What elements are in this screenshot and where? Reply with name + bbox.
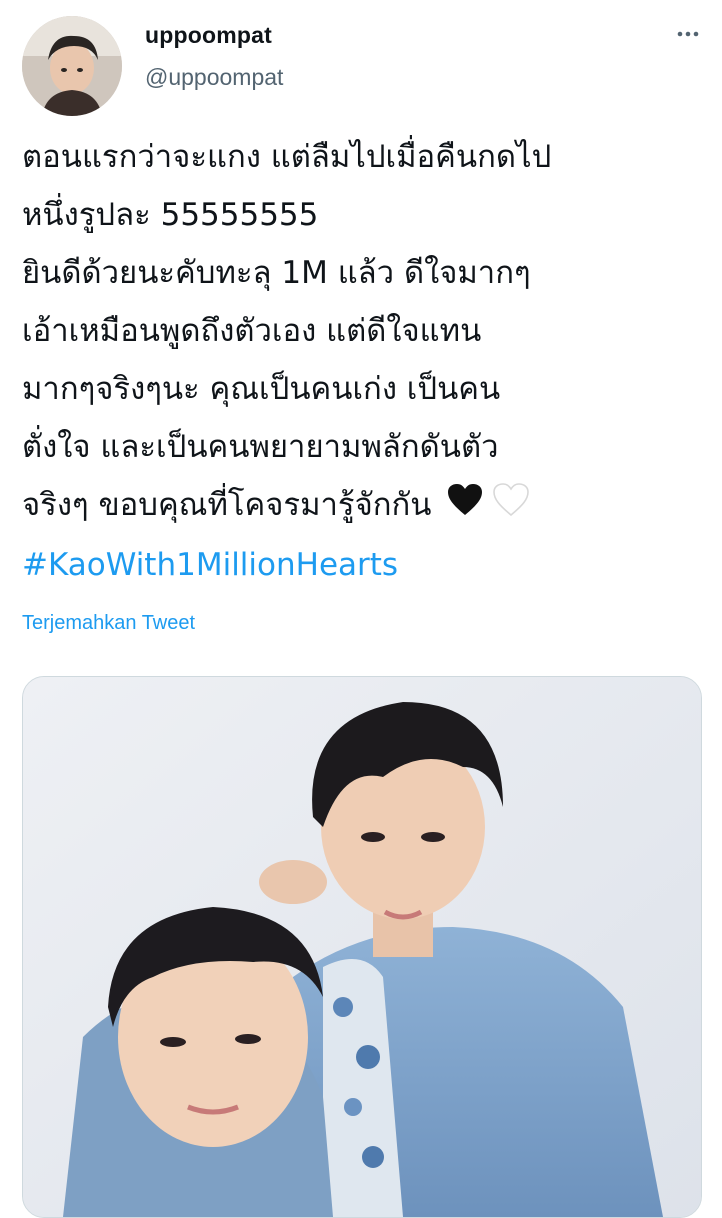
tweet-line-last: จริงๆ ขอบคุณที่โคจรมารู้จักกัน	[22, 476, 702, 536]
tweet-line: ยินดีด้วยนะคับทะลุ 1M แล้ว ดีใจมากๆ	[22, 255, 531, 291]
tweet-line: ตั่งใจ และเป็นคนพยายามพลักดันตัว	[22, 429, 499, 465]
tweet-line: มากๆจริงๆนะ คุณเป็นคนเก่ง เป็นคน	[22, 371, 501, 407]
tweet-photo[interactable]	[22, 676, 702, 1218]
tweet-line: เอ้าเหมือนพูดถึงตัวเอง แต่ดีใจแทน	[22, 313, 482, 349]
author-avatar[interactable]	[22, 16, 122, 116]
author-display-name[interactable]: uppoompat	[145, 22, 272, 49]
tweet-line-text: จริงๆ ขอบคุณที่โคจรมารู้จักกัน	[22, 487, 432, 523]
tweet-line: ตอนแรกว่าจะแกง แต่ลืมไปเมื่อคืนกดไป	[22, 139, 552, 175]
hashtag-link[interactable]: #KaoWith1MillionHearts	[22, 536, 702, 594]
black-heart-icon	[447, 478, 483, 536]
translate-tweet-link[interactable]: Terjemahkan Tweet	[22, 612, 195, 635]
white-heart-icon	[493, 478, 529, 536]
tweet-line: หนึ่งรูปละ 55555555	[22, 197, 319, 233]
more-options-icon[interactable]	[676, 22, 700, 46]
tweet-text: ตอนแรกว่าจะแกง แต่ลืมไปเมื่อคืนกดไป หนึ่…	[22, 128, 702, 594]
author-handle[interactable]: @uppoompat	[145, 64, 283, 91]
